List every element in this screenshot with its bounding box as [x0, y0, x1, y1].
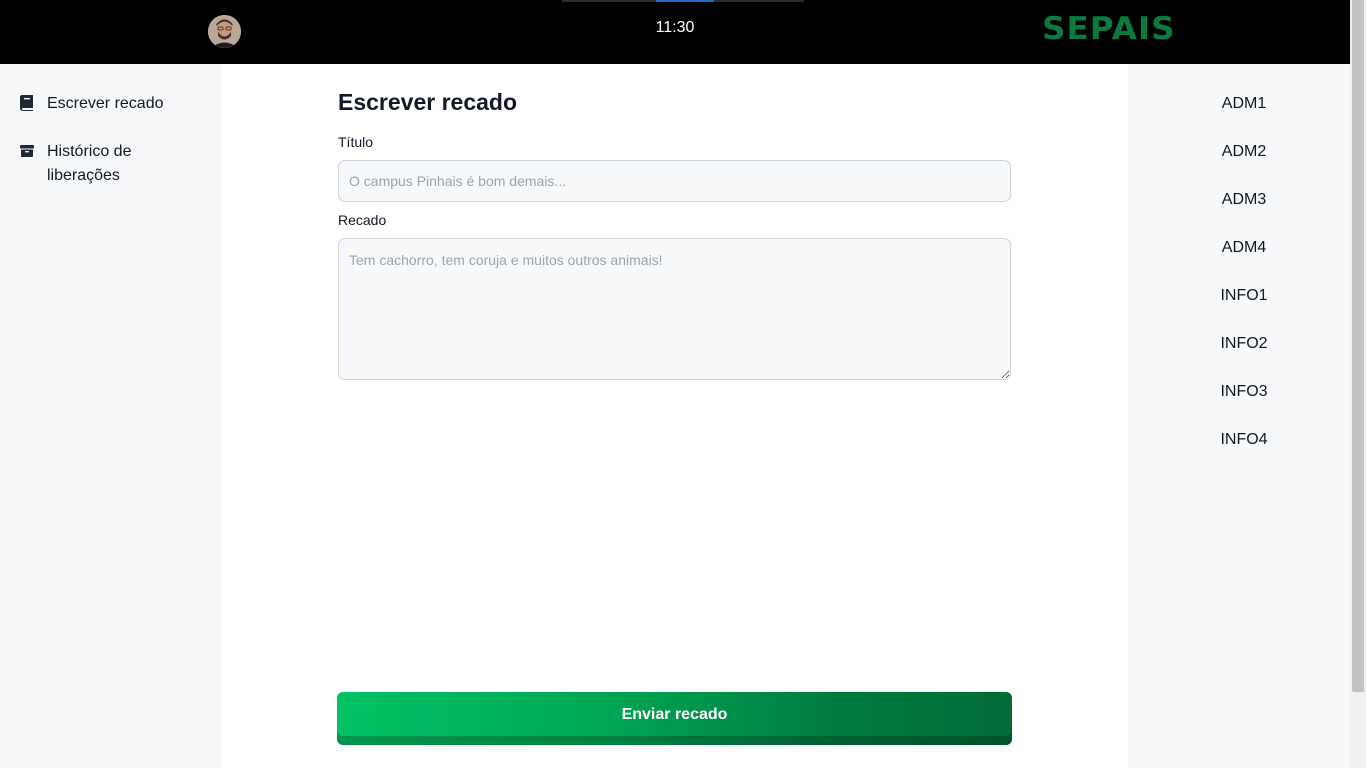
room-item-adm1[interactable]: ADM1 [1128, 94, 1360, 114]
sidebar-item-label: Escrever recado [47, 95, 164, 112]
room-list: ADM1 ADM2 ADM3 ADM4 INFO1 INFO2 INFO3 IN… [1128, 64, 1350, 768]
room-item-info4[interactable]: INFO4 [1128, 430, 1360, 450]
room-item-info1[interactable]: INFO1 [1128, 286, 1360, 306]
top-bar: 11:30 SEPAIS [0, 0, 1350, 64]
enviar-recado-button[interactable]: Enviar recado [337, 692, 1012, 745]
scrollbar-thumb[interactable] [1352, 0, 1364, 692]
sidebar-item-historico[interactable]: Histórico de liberações [20, 140, 167, 188]
recado-label: Recado [338, 212, 387, 228]
recado-textarea[interactable] [338, 238, 1011, 380]
book-icon [20, 95, 33, 111]
sidebar-item-label: Histórico de liberações [47, 143, 132, 184]
clock: 11:30 [655, 19, 695, 36]
sidebar-item-escrever-recado[interactable]: Escrever recado [20, 92, 167, 116]
titulo-input[interactable] [338, 160, 1011, 202]
sidebar: Escrever recado Histórico de liberações [0, 64, 222, 768]
avatar[interactable] [208, 15, 241, 48]
room-item-adm4[interactable]: ADM4 [1128, 238, 1360, 258]
room-item-adm2[interactable]: ADM2 [1128, 142, 1360, 162]
user-photo-icon [208, 15, 241, 48]
page-title: Escrever recado [338, 89, 518, 115]
titulo-label: Título [338, 134, 374, 150]
room-item-adm3[interactable]: ADM3 [1128, 190, 1360, 210]
progress-bar-fill [656, 0, 715, 2]
progress-bar [562, 0, 804, 2]
brand-logo: SEPAIS [1042, 11, 1176, 47]
main-content: Escrever recado Título Recado Enviar rec… [222, 64, 1128, 768]
page-scrollbar[interactable] [1350, 0, 1366, 768]
room-item-info2[interactable]: INFO2 [1128, 334, 1360, 354]
archive-icon [20, 145, 34, 157]
room-item-info3[interactable]: INFO3 [1128, 382, 1360, 402]
